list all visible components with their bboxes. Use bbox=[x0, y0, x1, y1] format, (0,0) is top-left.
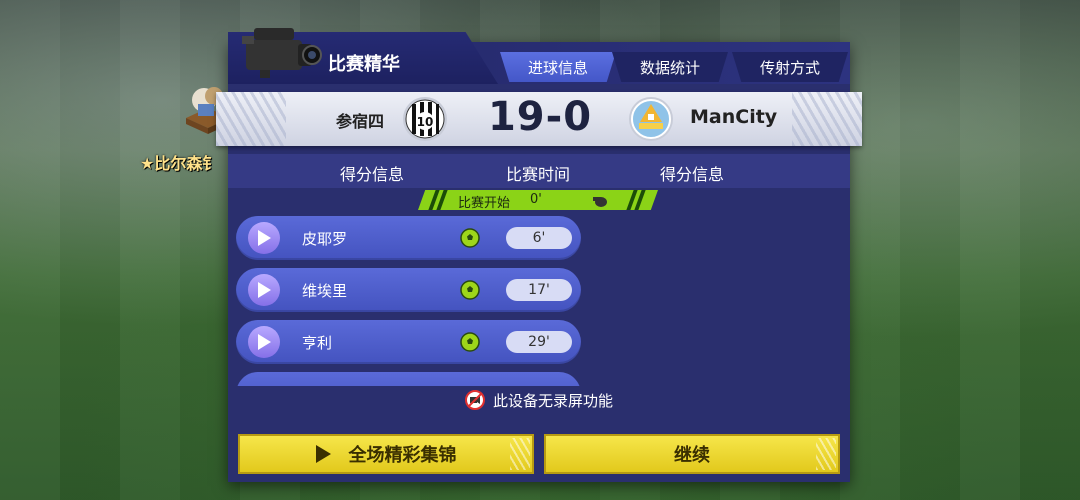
goal-row[interactable]: 亨利 29' bbox=[236, 320, 581, 364]
match-highlights-panel: 比赛精华 进球信息 数据统计 传射方式 参宿四 10 19-0 ManCity … bbox=[216, 28, 862, 482]
continue-label: 继续 bbox=[674, 445, 710, 466]
home-team-name: 参宿四 bbox=[336, 112, 385, 131]
continue-button[interactable]: 继续 bbox=[544, 434, 840, 474]
kickoff-banner: 比赛开始 0' bbox=[418, 190, 658, 210]
whistle-icon bbox=[592, 193, 608, 207]
match-score: 19-0 bbox=[487, 94, 593, 140]
svg-text:10: 10 bbox=[417, 115, 434, 129]
kickoff-time: 0' bbox=[530, 192, 542, 207]
goal-list[interactable]: 皮耶罗 6' 维埃里 17' 亨利 29' bbox=[236, 216, 586, 386]
away-team-name: ManCity bbox=[690, 106, 778, 128]
header-away-scoring: 得分信息 bbox=[660, 165, 725, 184]
soccer-ball-icon bbox=[460, 280, 480, 300]
play-icon bbox=[315, 445, 331, 463]
league-label: ★比尔森钅 bbox=[140, 154, 219, 173]
header-match-time: 比赛时间 bbox=[506, 165, 571, 184]
notice-text: 此设备无录屏功能 bbox=[492, 392, 613, 410]
goal-time: 6' bbox=[506, 227, 572, 249]
scoreboard: 参宿四 10 19-0 ManCity bbox=[216, 92, 862, 146]
tab-goal-info[interactable]: 进球信息 bbox=[500, 52, 616, 82]
home-crest-icon: 10 bbox=[402, 96, 448, 142]
soccer-ball-icon bbox=[460, 332, 480, 352]
recording-notice: 此设备无录屏功能 bbox=[228, 390, 850, 411]
goal-row[interactable]: 维埃里 17' bbox=[236, 268, 581, 312]
goal-player-name: 皮耶罗 bbox=[302, 230, 348, 248]
column-headers: 得分信息 比赛时间 得分信息 bbox=[228, 154, 850, 188]
kickoff-label: 比赛开始 bbox=[458, 196, 511, 211]
goal-time: 29' bbox=[506, 331, 572, 353]
no-recording-icon bbox=[464, 390, 485, 410]
play-replay-button[interactable] bbox=[248, 222, 280, 254]
goal-player-name: 维埃里 bbox=[302, 282, 348, 300]
header-home-scoring: 得分信息 bbox=[340, 165, 405, 184]
goal-row-partial[interactable] bbox=[236, 372, 581, 386]
scoreboard-stripes-left bbox=[216, 92, 286, 146]
tab-pass-shot[interactable]: 传射方式 bbox=[732, 52, 848, 82]
goal-time: 17' bbox=[506, 279, 572, 301]
goal-player-name: 亨利 bbox=[302, 334, 333, 352]
full-highlights-button[interactable]: 全场精彩集锦 bbox=[238, 434, 534, 474]
away-crest-icon bbox=[628, 96, 674, 142]
tab-statistics[interactable]: 数据统计 bbox=[612, 52, 728, 82]
full-highlights-label: 全场精彩集锦 bbox=[348, 445, 457, 466]
scoreboard-stripes-right bbox=[792, 92, 862, 146]
play-replay-button[interactable] bbox=[248, 274, 280, 306]
video-camera-icon bbox=[238, 18, 322, 88]
goal-row[interactable]: 皮耶罗 6' bbox=[236, 216, 581, 260]
panel-title: 比赛精华 bbox=[328, 54, 400, 75]
play-replay-button[interactable] bbox=[248, 326, 280, 358]
soccer-ball-icon bbox=[460, 228, 480, 248]
